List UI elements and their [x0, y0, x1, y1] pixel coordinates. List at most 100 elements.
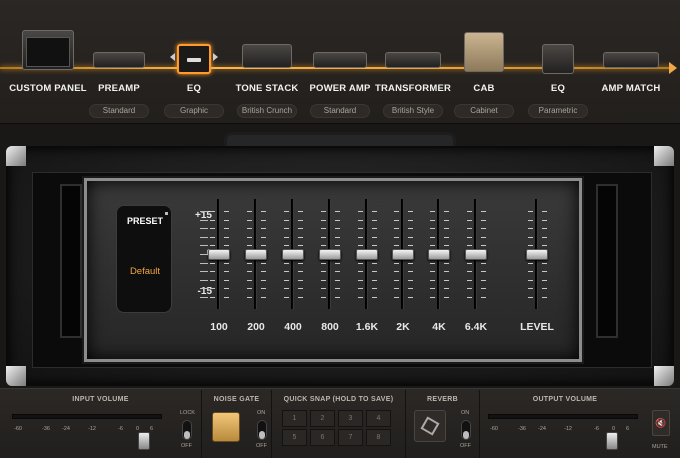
slider-tick [430, 211, 435, 212]
slider-tick [224, 211, 229, 212]
slider-tick [444, 262, 449, 264]
module-sub-tone-stack[interactable]: British Crunch [237, 104, 297, 118]
slider-tick [408, 245, 413, 247]
quick-snap-slot[interactable]: 1 [282, 410, 307, 427]
eq-band-5-thumb[interactable] [392, 249, 414, 260]
slider-tick [467, 297, 472, 298]
slider-tick [335, 279, 340, 281]
slider-tick [430, 297, 435, 298]
eq-band-7-thumb[interactable] [465, 249, 487, 260]
slider-tick [210, 262, 215, 264]
slider-tick [394, 236, 399, 238]
slider-tick [321, 228, 326, 230]
tone-stack-icon [242, 44, 292, 68]
slider-tick [408, 279, 413, 281]
slider-tick [210, 288, 215, 290]
preset-selector[interactable]: PRESET Default [116, 205, 172, 313]
module-sub-eq-graphic[interactable]: Graphic [164, 104, 224, 118]
slider-tick [261, 228, 266, 230]
preamp-icon [93, 52, 145, 68]
slider-tick [335, 288, 340, 290]
slider-tick [467, 211, 472, 212]
slider-tick [321, 262, 326, 264]
slider-tick [467, 219, 472, 221]
slider-tick [394, 211, 399, 212]
slider-tick [528, 211, 533, 212]
slider-tick [430, 245, 435, 247]
mute-speaker-icon[interactable]: 🔇 [652, 410, 670, 436]
meter-tick: -24 [538, 426, 546, 432]
slider-tick [481, 279, 486, 281]
slider-tick [467, 271, 472, 273]
slider-tick [542, 228, 547, 230]
meter-tick: -36 [518, 426, 526, 432]
meter-tick: -12 [564, 426, 572, 432]
slider-tick [321, 236, 326, 238]
module-sub-preamp[interactable]: Standard [89, 104, 149, 118]
slider-tick [481, 211, 486, 212]
quick-snap-slot[interactable]: 3 [338, 410, 363, 427]
eq-band-6-thumb[interactable] [428, 249, 450, 260]
eq-level-thumb[interactable] [526, 249, 548, 260]
eq-band-4-thumb[interactable] [356, 249, 378, 260]
noise-gate-toggle[interactable] [257, 420, 267, 440]
quick-snap-slot[interactable]: 6 [310, 429, 335, 446]
input-volume-section: INPUT VOLUME -60 -36 -24 -12 -6 0 6 LOCK… [0, 390, 202, 458]
slider-tick [467, 245, 472, 247]
slider-tick [372, 236, 377, 238]
mute-label: MUTE [652, 444, 668, 450]
eq-band-0-thumb[interactable] [208, 249, 230, 260]
slider-tick [542, 245, 547, 247]
input-volume-fader[interactable] [138, 432, 150, 450]
module-sub-power-amp[interactable]: Standard [310, 104, 370, 118]
slider-tick [247, 271, 252, 273]
preset-dot-icon [165, 212, 168, 215]
amp-corner [6, 146, 26, 166]
eq-band-1-thumb[interactable] [245, 249, 267, 260]
slider-tick [542, 297, 547, 298]
slider-tick [528, 279, 533, 281]
custom-panel-amp-icon [22, 30, 74, 70]
lock-label: LOCK [180, 410, 195, 416]
slider-tick [481, 219, 486, 221]
reverb-button[interactable] [414, 410, 446, 442]
chevron-left-icon[interactable] [170, 53, 175, 61]
reverb-toggle[interactable] [461, 420, 471, 440]
slider-tick [444, 271, 449, 273]
quick-snap-slot[interactable]: 5 [282, 429, 307, 446]
eq-icon [177, 44, 211, 74]
slider-tick [247, 211, 252, 212]
input-lock-toggle[interactable] [182, 420, 192, 440]
eq-band-2-thumb[interactable] [282, 249, 304, 260]
slider-tick [467, 279, 472, 281]
slider-tick [247, 297, 252, 298]
quick-snap-slot[interactable]: 8 [366, 429, 391, 446]
slider-tick [298, 211, 303, 212]
quick-snap-slot[interactable]: 2 [310, 410, 335, 427]
quick-snap-slot[interactable]: 4 [366, 410, 391, 427]
section-title: QUICK SNAP (HOLD TO SAVE) [283, 396, 394, 403]
module-sub-transformer[interactable]: British Style [383, 104, 443, 118]
slider-tick [261, 271, 266, 273]
output-volume-fader[interactable] [606, 432, 618, 450]
reverb-section: REVERB ON OFF [406, 390, 480, 458]
slider-tick [542, 262, 547, 264]
slider-tick [284, 245, 289, 247]
amp-match-icon [603, 52, 659, 68]
slider-tick [298, 288, 303, 290]
module-sub-cab[interactable]: Cabinet [454, 104, 514, 118]
eq-band-3-thumb[interactable] [319, 249, 341, 260]
slider-tick [394, 228, 399, 230]
chevron-right-icon[interactable] [213, 53, 218, 61]
slider-tick [528, 288, 533, 290]
slider-tick [481, 228, 486, 230]
slider-tick [298, 219, 303, 221]
noise-gate-pedal-icon[interactable] [212, 412, 240, 442]
module-sub-eq-parametric[interactable]: Parametric [528, 104, 588, 118]
quick-snap-slot[interactable]: 7 [338, 429, 363, 446]
module-label: AMP MATCH [601, 83, 661, 94]
slider-tick [430, 228, 435, 230]
slider-tick [444, 219, 449, 221]
slider-tick [408, 219, 413, 221]
slider-tick [298, 271, 303, 273]
